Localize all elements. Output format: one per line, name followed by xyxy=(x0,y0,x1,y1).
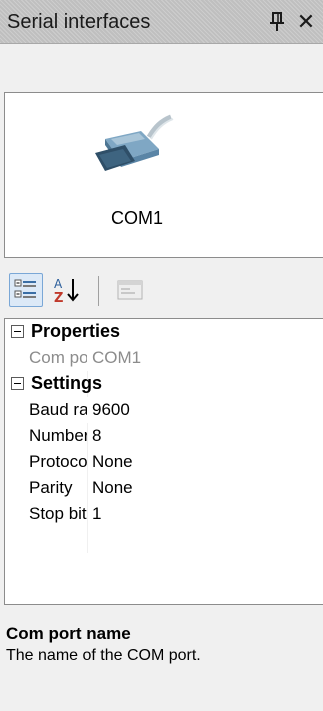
device-label: COM1 xyxy=(110,208,163,228)
property-name: Number xyxy=(29,426,87,445)
svg-text:Z: Z xyxy=(54,291,63,306)
serial-cable-icon xyxy=(91,109,181,189)
category-settings[interactable]: Settings xyxy=(5,371,323,397)
categorized-icon xyxy=(14,279,36,298)
svg-text:A: A xyxy=(54,277,63,291)
property-value[interactable]: 1 xyxy=(92,504,101,524)
property-toolbar: A Z xyxy=(0,264,323,316)
device-list: COM1 xyxy=(4,92,323,258)
toolbar-separator xyxy=(98,276,99,306)
panel-title: Serial interfaces xyxy=(7,11,151,33)
property-pages-button[interactable] xyxy=(113,273,147,307)
close-icon[interactable]: ✕ xyxy=(294,11,318,35)
property-row-protocol[interactable]: Protoco None xyxy=(5,449,323,475)
collapse-icon[interactable] xyxy=(11,377,24,390)
alphabetical-sort-button[interactable]: A Z xyxy=(51,273,85,307)
property-row-com-port[interactable]: Com po COM1 xyxy=(5,345,323,371)
category-properties[interactable]: Properties xyxy=(5,319,323,345)
pin-icon[interactable] xyxy=(267,9,287,33)
property-row-stop-bits[interactable]: Stop bit 1 xyxy=(5,501,323,527)
property-description: Com port name The name of the COM port. xyxy=(4,618,323,711)
property-value: COM1 xyxy=(92,348,142,367)
property-name: Com po xyxy=(29,348,87,367)
property-row-parity[interactable]: Parity None xyxy=(5,475,323,501)
property-pages-icon xyxy=(117,280,143,300)
collapse-icon[interactable] xyxy=(11,325,24,338)
property-name: Baud ra xyxy=(29,400,87,419)
property-grid: Properties Com po COM1 Settings Baud ra … xyxy=(4,318,323,605)
property-value[interactable]: 9600 xyxy=(92,400,130,420)
property-name: Stop bit xyxy=(29,504,87,523)
property-value[interactable]: None xyxy=(92,452,133,472)
categorized-view-button[interactable] xyxy=(9,273,43,307)
panel-titlebar: Serial interfaces ✕ xyxy=(0,0,323,44)
property-name: Parity xyxy=(29,478,73,497)
sort-alphabetical-icon: A Z xyxy=(54,277,79,306)
description-title: Com port name xyxy=(6,624,131,643)
device-item-com1[interactable]: COM1 xyxy=(87,103,187,233)
description-text: The name of the COM port. xyxy=(6,647,201,664)
property-row-number-bits[interactable]: Number 8 xyxy=(5,423,323,449)
property-name: Protoco xyxy=(29,452,87,471)
category-label: Properties xyxy=(31,321,121,341)
property-value[interactable]: 8 xyxy=(92,426,101,446)
category-label: Settings xyxy=(31,373,103,393)
property-value[interactable]: None xyxy=(92,478,133,498)
property-row-baud-rate[interactable]: Baud ra 9600 xyxy=(5,397,323,423)
